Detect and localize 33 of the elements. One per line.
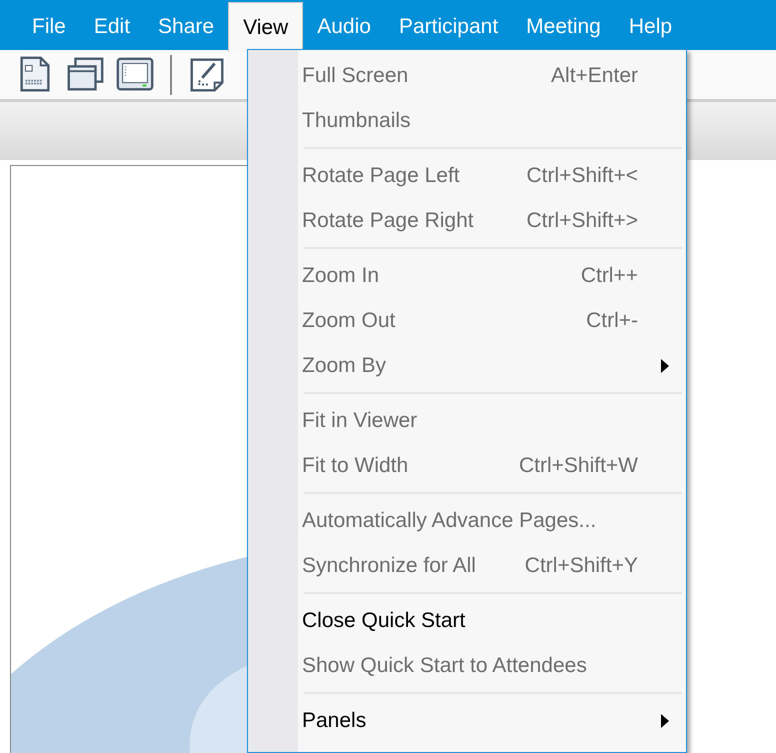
menu-option-label: Rotate Page Left [302, 162, 461, 189]
menu-option-label: Synchronize for All [302, 552, 477, 579]
menu-option-label: Thumbnails [302, 108, 412, 134]
menu-option-label: Fit in Viewer [302, 408, 418, 434]
menu-option-label: Full Screen [302, 62, 410, 89]
menu-option[interactable]: Panels [298, 698, 686, 743]
menu-option-label: Close Quick Start [302, 608, 466, 634]
shortcut-label: Ctrl+Shift+< [526, 162, 639, 189]
menu-option[interactable]: Close Quick Start [298, 598, 686, 643]
menu-option-label: Zoom By [302, 352, 388, 379]
menu-option-label: Zoom Out [302, 308, 396, 334]
menu-option-label: Zoom In [302, 262, 380, 289]
menu-item[interactable]: Audio [303, 2, 385, 52]
shortcut-label: Ctrl++ [580, 262, 639, 289]
menu-item[interactable]: Meeting [512, 2, 615, 52]
menu-item[interactable]: View [228, 2, 304, 52]
menu-item[interactable]: Help [614, 2, 686, 52]
menu-option-label: Panels [302, 708, 368, 734]
menu-option-label: Fit to Width [302, 452, 410, 479]
shortcut-label: Ctrl+Shift+Y [524, 552, 639, 579]
shortcut-label: Ctrl+- [586, 308, 639, 334]
shortcut-label: Alt+Enter [551, 62, 639, 89]
menu-item[interactable]: File [18, 2, 80, 52]
submenu-arrow-icon [660, 358, 670, 372]
menu-item[interactable]: Share [144, 2, 228, 52]
shortcut-label: Ctrl+Shift+W [518, 452, 639, 479]
shortcut-label: Ctrl+Shift+> [526, 208, 639, 234]
menu-option-label: Rotate Page Right [302, 208, 475, 234]
menu-item[interactable]: Participant [384, 2, 512, 52]
submenu-arrow-icon [660, 714, 670, 728]
menu-item[interactable]: Edit [80, 2, 144, 52]
menu-option-label: Automatically Advance Pages... [302, 508, 598, 534]
menu-option-label: Show Quick Start to Attendees [302, 652, 588, 679]
